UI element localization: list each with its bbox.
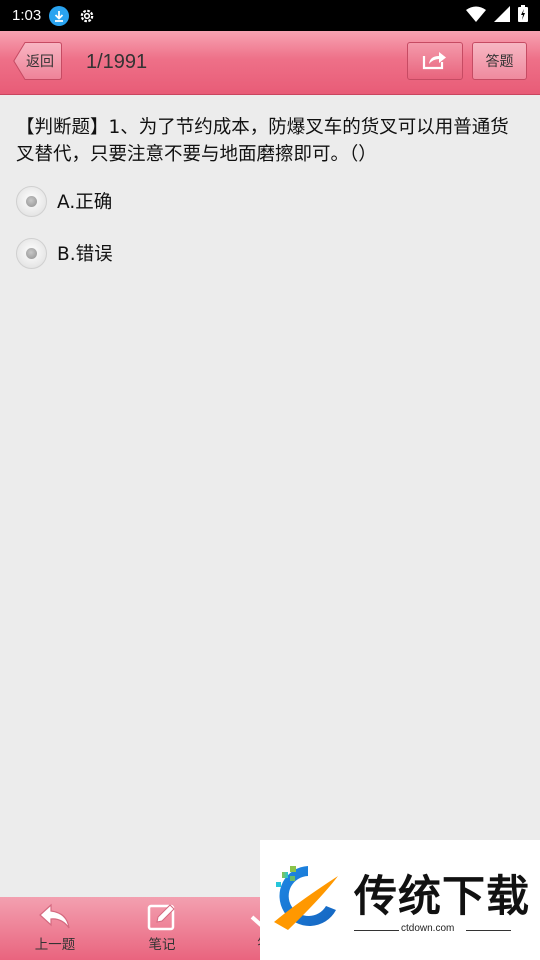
divider: [466, 930, 511, 931]
wifi-icon: [466, 6, 486, 26]
back-arrow-icon: [39, 903, 70, 929]
brand-logo-icon: [274, 866, 338, 930]
status-bar: 1:03: [0, 0, 540, 31]
download-icon: [49, 5, 70, 26]
status-time: 1:03: [12, 7, 42, 24]
option-label: B.错误: [57, 244, 113, 265]
option-b[interactable]: B.错误: [16, 237, 316, 269]
notes-button[interactable]: 笔记: [122, 897, 202, 960]
watermark: 传统下载 ctdown.com: [260, 840, 540, 960]
radio-button[interactable]: [16, 237, 47, 269]
previous-question-button[interactable]: 上一题: [15, 897, 95, 960]
watermark-brand: 传统下载: [354, 872, 530, 922]
battery-icon: [518, 5, 528, 26]
title-bar: 返回 1/1991 答题: [0, 31, 540, 95]
edit-note-icon: [147, 904, 175, 931]
nav-label: 笔记: [148, 937, 176, 953]
divider: [354, 930, 399, 931]
radio-button[interactable]: [16, 185, 47, 217]
nav-label: 上一题: [34, 937, 76, 953]
back-button[interactable]: 返回: [13, 42, 62, 80]
option-a[interactable]: A.正确: [16, 185, 316, 217]
page-counter: 1/1991: [86, 51, 148, 73]
option-label: A.正确: [57, 192, 113, 213]
answer-button[interactable]: 答题: [472, 42, 527, 80]
share-icon: [422, 48, 448, 74]
share-button[interactable]: [407, 42, 463, 80]
question-text: 【判断题】1、为了节约成本，防爆叉车的货叉可以用普通货叉替代，只要注意不要与地面…: [16, 117, 509, 165]
watermark-domain: ctdown.com: [401, 923, 455, 934]
back-button-label: 返回: [26, 54, 54, 70]
gear-icon: [77, 6, 97, 26]
signal-icon: [494, 5, 510, 26]
